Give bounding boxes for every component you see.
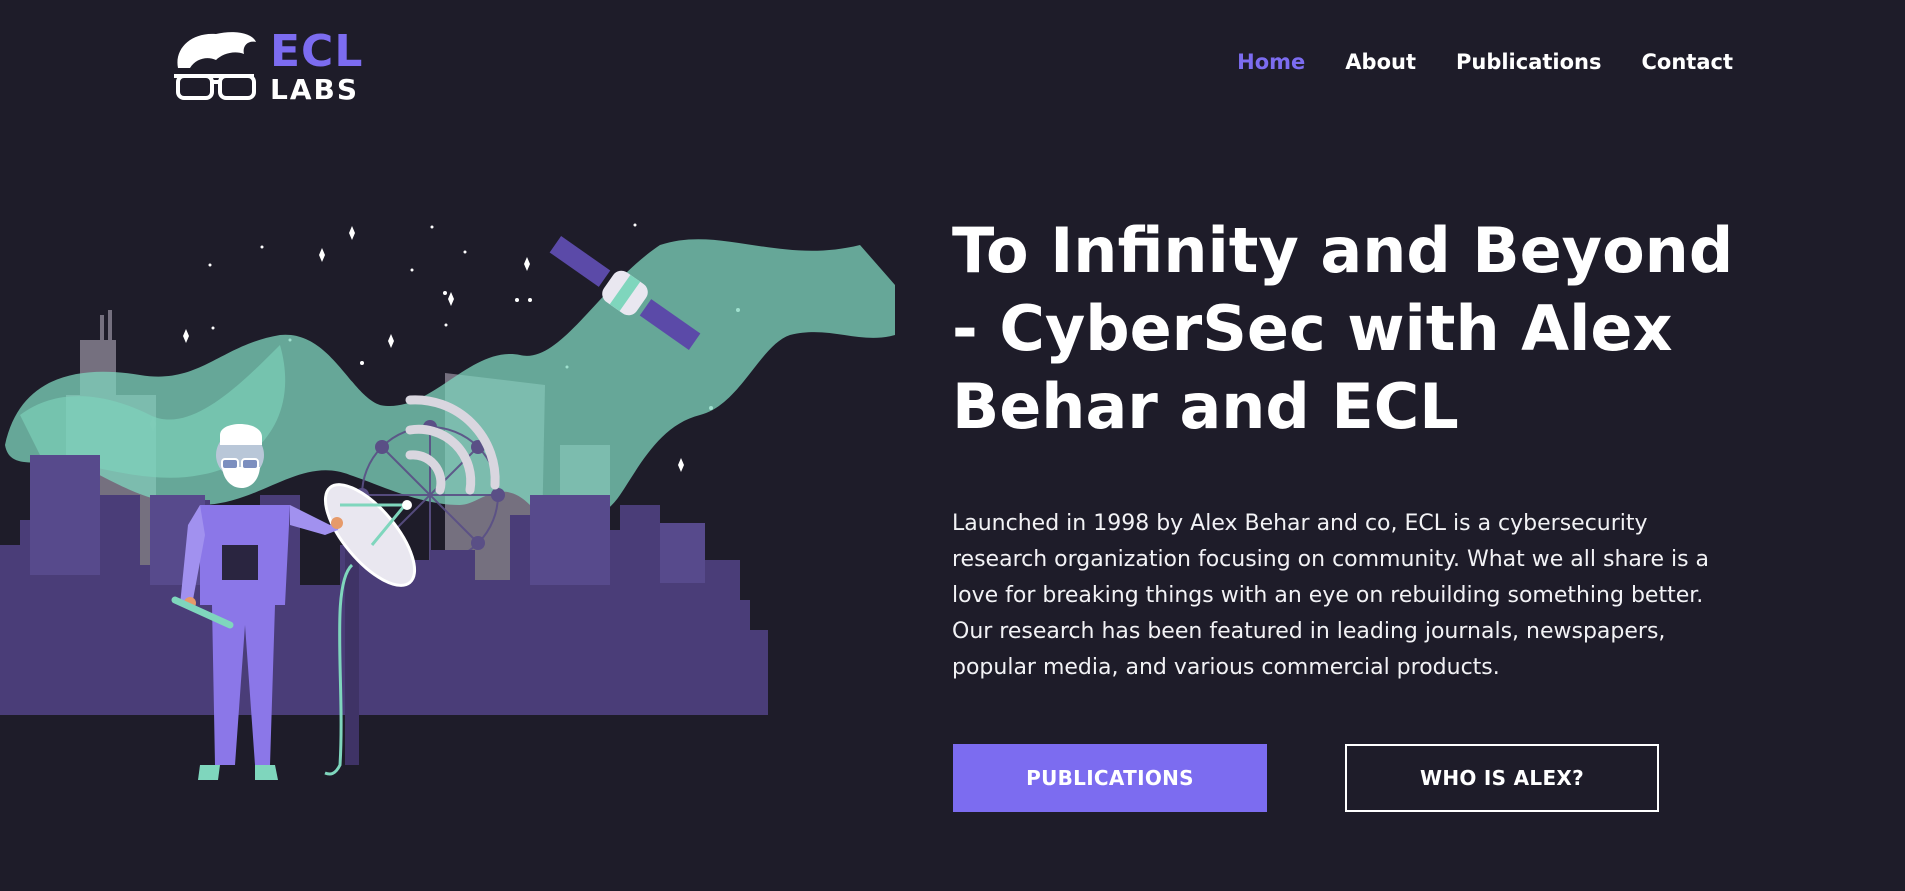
nav-publications[interactable]: Publications xyxy=(1456,50,1602,74)
logo-labs-text: LABS xyxy=(270,73,360,106)
publications-button[interactable]: PUBLICATIONS xyxy=(953,744,1267,812)
who-is-alex-button[interactable]: WHO IS ALEX? xyxy=(1345,744,1659,812)
nav-contact[interactable]: Contact xyxy=(1642,50,1734,74)
brand-logo[interactable]: ECL LABS xyxy=(172,28,372,106)
nav-home[interactable]: Home xyxy=(1237,50,1305,74)
hero-description: Launched in 1998 by Alex Behar and co, E… xyxy=(952,511,1710,680)
hero-title: To Infinity and Beyond - CyberSec with A… xyxy=(952,214,1734,443)
logo-ecl-text: ECL xyxy=(270,26,364,77)
city-satellite-scientist-illustration xyxy=(0,223,895,780)
hair-glasses-logo-icon xyxy=(174,32,256,100)
nav-about[interactable]: About xyxy=(1345,50,1416,74)
main-nav: Home About Publications Contact xyxy=(1237,50,1733,74)
